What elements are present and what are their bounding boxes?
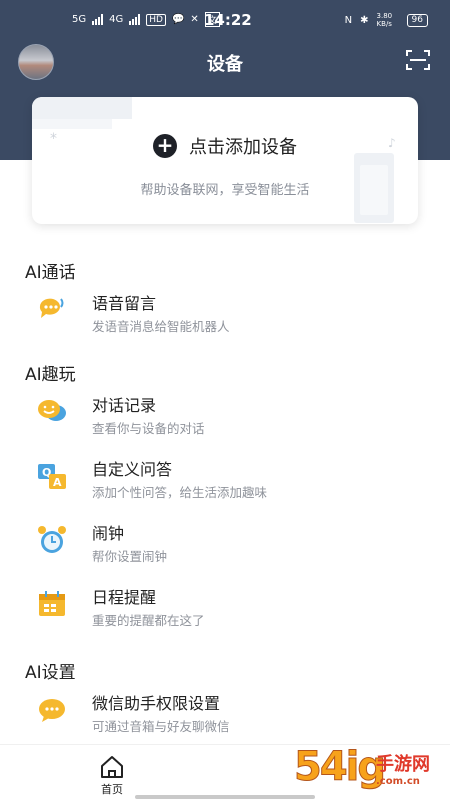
network-4g: 4G (109, 14, 124, 25)
item-subtitle: 可通过音箱与好友聊微信 (92, 719, 230, 734)
watermark-url: .com.cn (376, 776, 420, 787)
item-title: 自定义问答 (92, 460, 173, 479)
qa-icon: Q A (38, 464, 66, 489)
nav-home[interactable]: 首页 (92, 755, 132, 796)
status-left: 5G 4G HD 💬 ✕ 文 (72, 12, 220, 27)
net-speed: 3.80 KB/s (376, 12, 393, 28)
tools-icon: ✕ (190, 14, 199, 25)
status-bar: 5G 4G HD 💬 ✕ 文 14:22 N ✱ 3.80 KB/s 96 (0, 0, 450, 40)
plus-icon: + (153, 134, 177, 158)
item-subtitle: 添加个性问答，给生活添加趣味 (92, 485, 268, 500)
home-icon (101, 756, 123, 778)
add-device-label: 点击添加设备 (189, 137, 297, 158)
list-item-chat-record[interactable]: 对话记录 查看你与设备的对话 (0, 392, 450, 448)
voice-message-icon (39, 298, 64, 318)
item-title: 日程提醒 (92, 588, 157, 607)
item-subtitle: 帮你设置闹钟 (92, 549, 168, 564)
network-5g: 5G (72, 14, 87, 25)
nav-home-label: 首页 (101, 783, 123, 796)
wechat-assistant-icon (39, 699, 65, 722)
watermark-number: 54ig (293, 744, 386, 791)
page-title: 设备 (207, 54, 243, 75)
svg-text:A: A (53, 476, 62, 489)
calendar-icon (39, 591, 65, 616)
item-subtitle: 发语音消息给智能机器人 (92, 319, 230, 334)
battery-icon: 96 (406, 13, 428, 27)
list-item-schedule[interactable]: 日程提醒 重要的提醒都在这了 (0, 584, 450, 640)
list-item-wechat-assistant[interactable]: 微信助手权限设置 可通过音箱与好友聊微信 (0, 690, 450, 746)
section-title-ai-fun: AI趣玩 (25, 365, 76, 385)
chat-record-icon (38, 400, 66, 421)
list-item-custom-qa[interactable]: Q A 自定义问答 添加个性问答，给生活添加趣味 (0, 456, 450, 512)
home-indicator (135, 795, 315, 799)
add-device-card[interactable]: * ♪ + 点击添加设备 帮助设备联网，享受智能生活 (32, 97, 418, 224)
list-item-alarm[interactable]: 闹钟 帮你设置闹钟 (0, 520, 450, 576)
item-title: 微信助手权限设置 (92, 694, 221, 713)
watermark-logo: 54ig 手游网 .com.cn (290, 744, 450, 800)
section-title-ai-call: AI通话 (25, 263, 76, 283)
bluetooth-icon: ✱ (360, 14, 369, 26)
scan-icon[interactable] (406, 49, 430, 71)
signal-icon (92, 14, 104, 25)
hd-badge: HD (146, 13, 166, 26)
add-device-row[interactable]: + 点击添加设备 (32, 133, 418, 159)
item-title: 语音留言 (92, 294, 157, 313)
nfc-icon: N (344, 14, 353, 26)
item-subtitle: 重要的提醒都在这了 (92, 613, 205, 628)
item-title: 对话记录 (92, 396, 157, 415)
status-time: 14:22 (204, 11, 252, 29)
add-device-hint: 帮助设备联网，享受智能生活 (140, 183, 310, 198)
item-title: 闹钟 (92, 524, 125, 543)
watermark-text: 手游网 (376, 754, 430, 775)
item-subtitle: 查看你与设备的对话 (92, 421, 205, 436)
list-item-voice-message[interactable]: 语音留言 发语音消息给智能机器人 (0, 290, 450, 346)
signal-icon-2 (129, 14, 141, 25)
wechat-notification-icon: 💬 (171, 14, 185, 25)
alarm-clock-icon (38, 526, 66, 553)
section-title-ai-settings: AI设置 (25, 663, 76, 683)
status-right: N ✱ 3.80 KB/s 96 (345, 12, 428, 28)
